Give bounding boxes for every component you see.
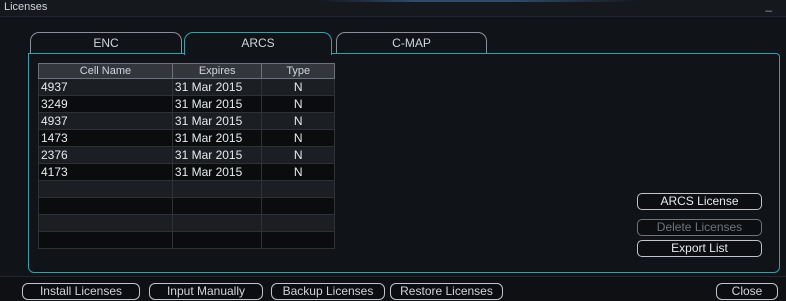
tab-cmap[interactable]: C-MAP [336,32,487,54]
cell-expires: 31 Mar 2015 [171,163,263,181]
cell-name [38,197,173,215]
close-button[interactable]: Close [716,283,778,300]
cell-type: N [261,163,335,181]
cell-type: N [261,95,335,113]
cell-type [261,180,335,198]
tab-enc[interactable]: ENC [30,32,182,54]
title-accent-line [320,0,640,2]
input-manually-button[interactable]: Input Manually [149,283,263,300]
cell-type [261,214,335,232]
cell-name [38,231,173,249]
table-row-empty[interactable] [38,180,335,198]
column-header-expires[interactable]: Expires [171,63,263,79]
column-header-type[interactable]: Type [261,63,335,79]
install-licenses-button[interactable]: Install Licenses [22,283,140,300]
table-row-empty[interactable] [38,197,335,215]
table-row[interactable]: 4173 31 Mar 2015 N [38,163,335,181]
cell-expires: 31 Mar 2015 [171,78,263,96]
cell-expires [171,197,263,215]
cell-type [261,197,335,215]
cell-type: N [261,112,335,130]
restore-licenses-button[interactable]: Restore Licenses [390,283,503,300]
cell-type: N [261,78,335,96]
title-bar: Licenses _ [0,0,786,17]
arcs-license-button[interactable]: ARCS License [637,193,762,210]
cell-type [261,231,335,249]
delete-licenses-button[interactable]: Delete Licenses [637,219,762,236]
cell-name: 4937 [38,112,173,130]
table-row[interactable]: 2376 31 Mar 2015 N [38,146,335,164]
cell-expires: 31 Mar 2015 [171,112,263,130]
licenses-window: Licenses _ ENC ARCS C-MAP Cell Name Expi… [0,0,786,301]
table-row[interactable]: 3249 31 Mar 2015 N [38,95,335,113]
table-row[interactable]: 1473 31 Mar 2015 N [38,129,335,147]
cell-type: N [261,146,335,164]
minimize-icon[interactable]: _ [765,0,772,12]
cell-name [38,180,173,198]
table-row[interactable]: 4937 31 Mar 2015 N [38,78,335,96]
cell-expires [171,214,263,232]
cell-name: 2376 [38,146,173,164]
backup-licenses-button[interactable]: Backup Licenses [271,283,385,300]
cell-name [38,214,173,232]
license-table: Cell Name Expires Type 4937 31 Mar 2015 … [38,63,335,249]
cell-name: 3249 [38,95,173,113]
cell-name: 4937 [38,78,173,96]
cell-expires [171,231,263,249]
column-header-cell-name[interactable]: Cell Name [38,63,173,79]
cell-type: N [261,129,335,147]
cell-expires: 31 Mar 2015 [171,129,263,147]
cell-name: 1473 [38,129,173,147]
table-row-empty[interactable] [38,214,335,232]
cell-expires: 31 Mar 2015 [171,95,263,113]
cell-name: 4173 [38,163,173,181]
table-row[interactable]: 4937 31 Mar 2015 N [38,112,335,130]
cell-expires: 31 Mar 2015 [171,146,263,164]
tab-arcs[interactable]: ARCS [184,32,332,55]
export-list-button[interactable]: Export List [637,240,762,257]
window-title: Licenses [4,1,48,13]
table-row-empty[interactable] [38,231,335,249]
cell-expires [171,180,263,198]
